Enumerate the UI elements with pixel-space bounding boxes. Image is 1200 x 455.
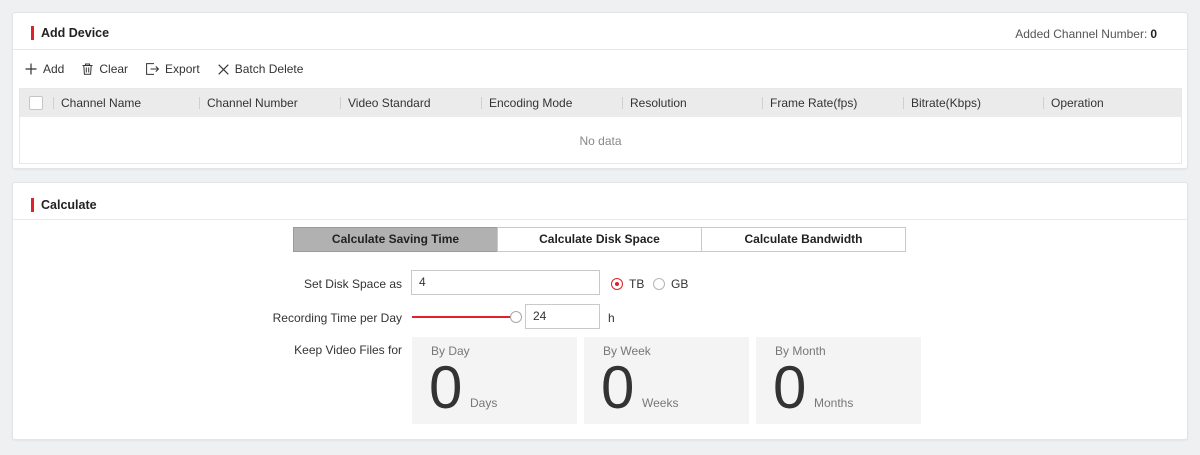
disk-space-label: Set Disk Space as — [303, 277, 402, 291]
column-header[interactable]: Frame Rate(fps) — [762, 89, 903, 117]
by-day-value: 0 — [429, 354, 463, 421]
clear-label: Clear — [99, 62, 129, 76]
export-icon — [146, 63, 160, 75]
empty-state-text: No data — [579, 134, 622, 148]
calculate-header: Calculate — [13, 183, 1187, 220]
select-all-checkbox[interactable] — [29, 96, 43, 110]
recording-time-label: Recording Time per Day — [272, 311, 402, 325]
keep-video-files-label: Keep Video Files for — [294, 343, 402, 357]
table-header: Channel Name Channel Number Video Standa… — [20, 89, 1181, 117]
batch-delete-button[interactable]: Batch Delete — [218, 62, 304, 76]
column-header[interactable]: Operation — [1043, 89, 1181, 117]
recording-time-input[interactable]: 24 — [525, 304, 600, 329]
calculate-tabs: Calculate Saving Time Calculate Disk Spa… — [293, 227, 906, 252]
column-header[interactable]: Channel Number — [199, 89, 340, 117]
device-table: Channel Name Channel Number Video Standa… — [19, 88, 1182, 164]
export-button[interactable]: Export — [146, 62, 200, 76]
close-icon — [218, 63, 229, 75]
column-header[interactable]: Bitrate(Kbps) — [903, 89, 1043, 117]
unit-tb-option[interactable]: TB — [611, 277, 644, 291]
by-week-box: By Week 0 Weeks — [584, 337, 749, 424]
hours-unit: h — [608, 311, 615, 325]
batch-delete-label: Batch Delete — [234, 62, 304, 76]
device-toolbar: Add Clear Export Batch Delete — [25, 61, 303, 77]
added-channel-label: Added Channel Number: — [1015, 27, 1148, 41]
recording-time-slider-thumb[interactable] — [510, 311, 522, 323]
by-month-unit: Months — [814, 396, 854, 410]
clear-button[interactable]: Clear — [82, 62, 128, 76]
by-month-value: 0 — [773, 354, 807, 421]
added-channel-value: 0 — [1150, 27, 1157, 41]
radio-gb[interactable] — [653, 278, 665, 290]
add-label: Add — [43, 62, 65, 76]
unit-tb-label: TB — [629, 277, 645, 291]
by-month-box: By Month 0 Months — [756, 337, 921, 424]
add-device-header: Add Device Added Channel Number: 0 — [13, 13, 1187, 50]
unit-gb-option[interactable]: GB — [653, 277, 688, 291]
unit-gb-label: GB — [671, 277, 689, 291]
column-header[interactable]: Resolution — [622, 89, 762, 117]
add-device-panel: Add Device Added Channel Number: 0 Add Cl… — [12, 12, 1188, 169]
disk-space-input[interactable]: 4 — [411, 270, 600, 295]
add-device-title: Add Device — [31, 26, 109, 40]
tab-calculate-disk-space[interactable]: Calculate Disk Space — [497, 227, 702, 252]
trash-icon — [82, 63, 93, 75]
tab-calculate-bandwidth[interactable]: Calculate Bandwidth — [701, 227, 906, 252]
by-day-box: By Day 0 Days — [412, 337, 577, 424]
column-header[interactable]: Video Standard — [340, 89, 481, 117]
plus-icon — [25, 63, 37, 75]
recording-time-slider-track[interactable] — [412, 316, 516, 318]
calculate-panel: Calculate Calculate Saving Time Calculat… — [12, 182, 1188, 440]
column-header[interactable]: Encoding Mode — [481, 89, 622, 117]
by-week-unit: Weeks — [642, 396, 679, 410]
add-button[interactable]: Add — [25, 62, 64, 76]
tab-calculate-saving-time[interactable]: Calculate Saving Time — [293, 227, 498, 252]
calculate-title: Calculate — [31, 198, 97, 212]
column-header[interactable]: Channel Name — [53, 89, 199, 117]
export-label: Export — [165, 62, 200, 76]
by-day-unit: Days — [470, 396, 498, 410]
by-week-value: 0 — [601, 354, 635, 421]
radio-tb[interactable] — [611, 278, 623, 290]
added-channel-count: Added Channel Number: 0 — [1015, 27, 1157, 41]
